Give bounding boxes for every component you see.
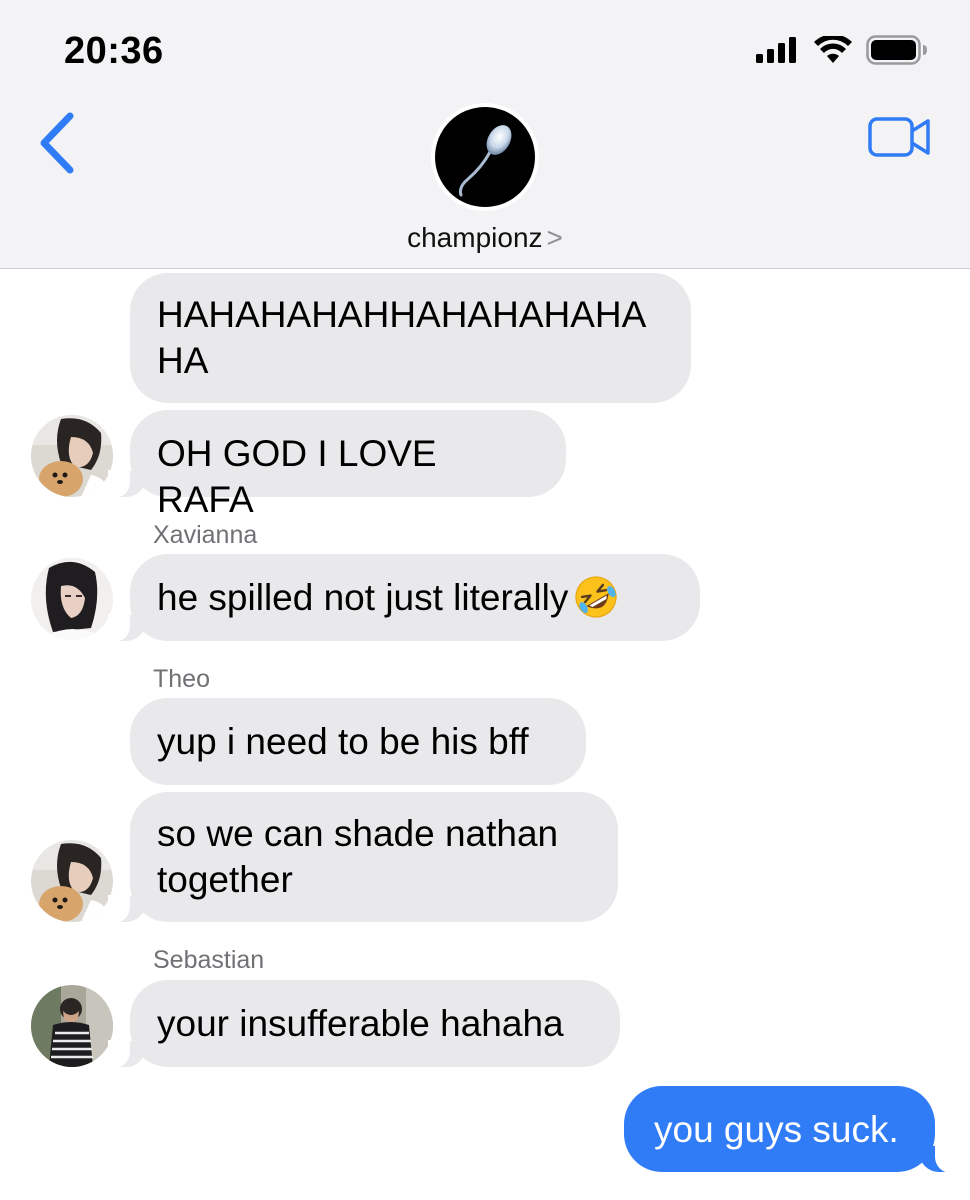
message-bubble[interactable]: your insufferable hahaha xyxy=(108,980,620,1068)
avatar[interactable] xyxy=(31,558,113,640)
video-camera-icon xyxy=(868,117,930,157)
battery-icon xyxy=(866,35,927,65)
message-text: you guys suck. xyxy=(654,1109,899,1150)
message-text: so we can shade nathan together xyxy=(157,813,559,900)
wifi-icon xyxy=(814,36,852,63)
message-text: HAHAHAHAHHAHAHAHAHA HA xyxy=(157,294,645,381)
group-avatar[interactable] xyxy=(431,103,539,211)
rolling-on-floor-laughing-emoji xyxy=(575,576,617,618)
status-time: 20:36 xyxy=(64,30,164,72)
sent-message-bubble[interactable]: you guys suck. xyxy=(624,1086,957,1173)
sender-name: Theo xyxy=(153,665,210,693)
video-call-button[interactable] xyxy=(868,117,932,157)
message-bubble[interactable]: so we can shade nathan together xyxy=(108,792,618,923)
message-bubble[interactable]: OH GOD I LOVE RAFA xyxy=(108,410,566,520)
back-button[interactable] xyxy=(36,112,80,174)
chevron-left-icon xyxy=(40,112,74,174)
avatar[interactable] xyxy=(31,415,113,497)
sperm-icon xyxy=(435,107,535,207)
group-name: championz xyxy=(407,222,543,253)
message-text: he spilled not just literally xyxy=(157,577,569,618)
avatar[interactable] xyxy=(31,985,113,1067)
message-bubble[interactable]: HAHAHAHAHHAHAHAHAHA HA xyxy=(130,273,691,403)
chevron-right-icon: > xyxy=(546,222,563,253)
avatar[interactable] xyxy=(31,840,113,922)
group-name-button[interactable]: championz > xyxy=(0,222,970,254)
message-text: yup i need to be his bff xyxy=(157,721,529,762)
message-bubble[interactable]: yup i need to be his bff xyxy=(130,698,586,785)
sender-name: Xavianna xyxy=(153,521,258,549)
conversation-header: 20:36 championz > xyxy=(0,0,970,269)
message-bubble[interactable]: he spilled not just literally xyxy=(108,554,700,642)
message-text: OH GOD I LOVE RAFA xyxy=(157,433,437,520)
message-text: your insufferable hahaha xyxy=(157,1003,564,1044)
status-icons xyxy=(756,35,928,65)
sender-name: Sebastian xyxy=(153,946,265,974)
cellular-signal-icon xyxy=(756,37,796,63)
